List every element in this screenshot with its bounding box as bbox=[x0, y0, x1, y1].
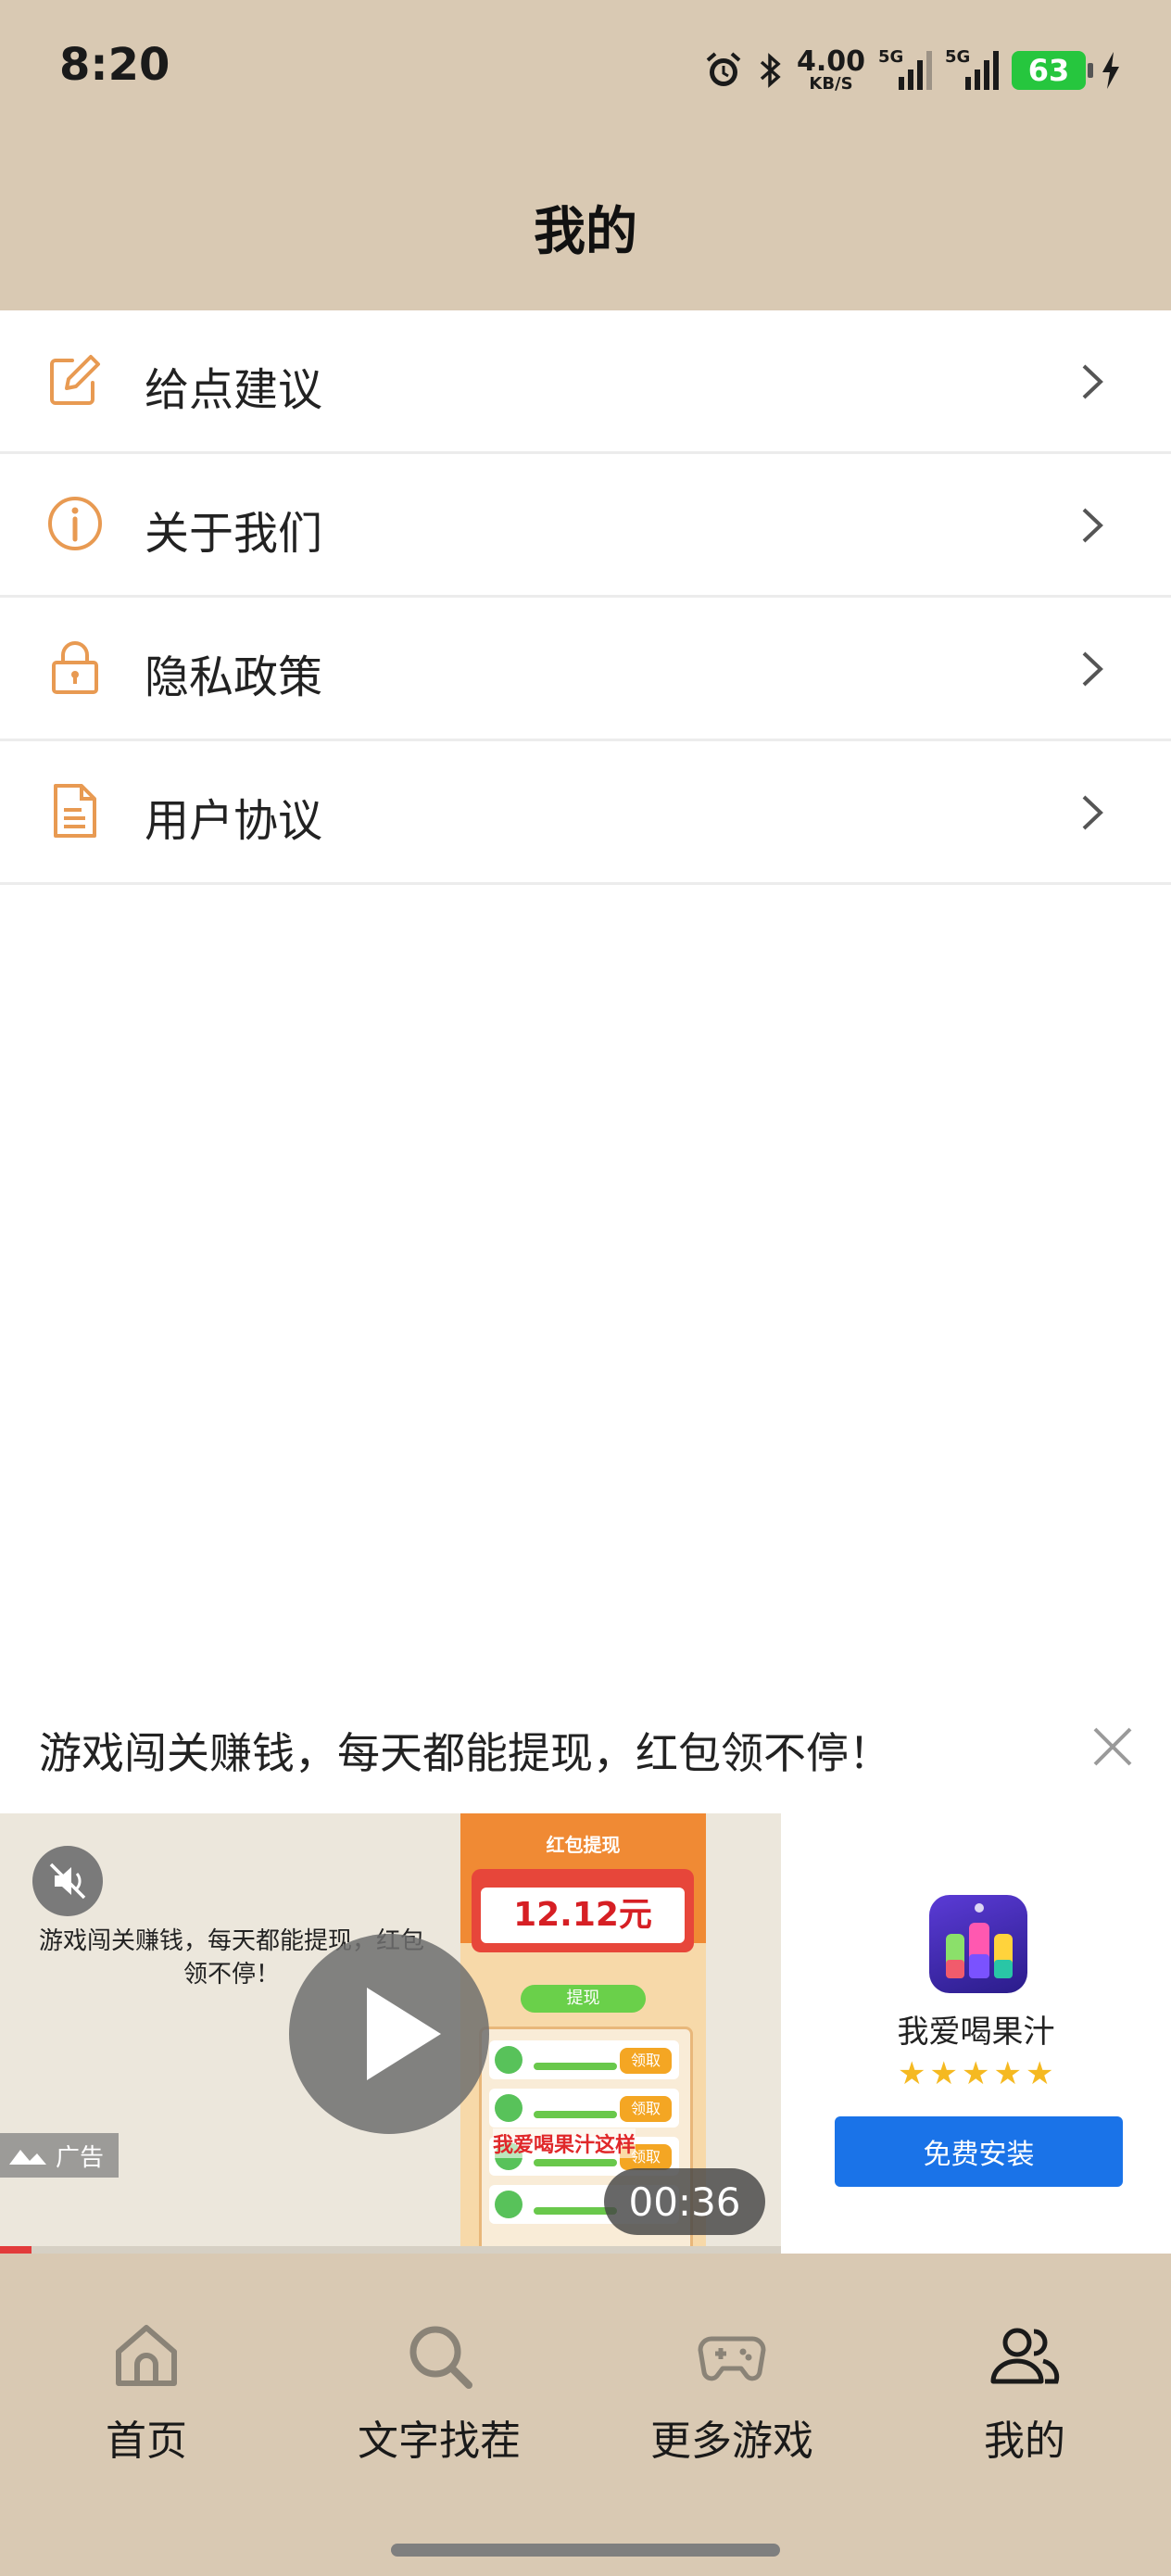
nav-item-home[interactable]: 首页 bbox=[0, 2318, 293, 2465]
lock-icon bbox=[52, 641, 98, 694]
signal-label: 5G bbox=[878, 47, 904, 67]
battery-icon: 63 bbox=[1012, 51, 1093, 90]
app-icon bbox=[929, 1895, 1027, 1993]
install-button[interactable]: 免费安装 bbox=[835, 2116, 1123, 2187]
status-icons: 4.00 KB/S 5G 5G 63 bbox=[702, 44, 1123, 96]
list-item: 领取 bbox=[489, 2089, 679, 2128]
star-icon: ★ bbox=[1025, 2055, 1054, 2092]
mute-button[interactable] bbox=[32, 1846, 103, 1916]
ad-headline: 游戏闯关赚钱，每天都能提现，红包领不停！ bbox=[39, 1728, 891, 1778]
ad-app-card[interactable]: 我爱喝果汁 ★ ★ ★ ★ ★ 免费安装 bbox=[781, 1813, 1171, 2254]
chevron-right-icon bbox=[1082, 795, 1103, 830]
chevron-right-icon bbox=[1082, 508, 1103, 543]
menu-item-feedback[interactable]: 给点建议 bbox=[0, 310, 1171, 454]
home-icon bbox=[116, 2325, 177, 2386]
phone-title: 红包提现 bbox=[546, 1834, 621, 1856]
net-speed: 4.00 KB/S bbox=[797, 48, 865, 93]
nav-label: 更多游戏 bbox=[650, 2418, 813, 2465]
star-icon: ★ bbox=[929, 2055, 958, 2092]
phone-withdraw-button: 提现 bbox=[521, 1985, 646, 2013]
home-indicator[interactable] bbox=[391, 2544, 780, 2557]
top-header: 8:20 4.00 KB/S 5G 5G 63 我的 bbox=[0, 0, 1171, 310]
video-progress[interactable] bbox=[0, 2246, 781, 2254]
list-item: 领取 bbox=[489, 2040, 679, 2079]
app-name: 我爱喝果汁 bbox=[897, 2014, 1055, 2051]
ad-label-badge: 广告 bbox=[0, 2133, 119, 2178]
charging-icon bbox=[1102, 52, 1119, 89]
info-icon bbox=[48, 497, 102, 550]
search-icon bbox=[409, 2326, 472, 2389]
ad-logo-icon bbox=[9, 2150, 46, 2165]
mute-icon bbox=[49, 1863, 86, 1900]
video-progress-fill bbox=[0, 2246, 31, 2254]
signal-icon: 5G bbox=[945, 47, 999, 94]
menu-item-label: 隐私政策 bbox=[145, 651, 323, 703]
status-time: 8:20 bbox=[59, 39, 170, 91]
phone-amount: 12.12元 bbox=[481, 1888, 685, 1943]
ad-banner[interactable]: 游戏闯关赚钱，每天都能提现，红包领不停！ 红包提现 12.12元 提现 领取 领… bbox=[0, 1696, 1171, 2254]
settings-menu: 给点建议 关于我们 隐私政策 用户协议 bbox=[0, 310, 1171, 885]
menu-item-label: 关于我们 bbox=[145, 508, 323, 560]
menu-item-about[interactable]: 关于我们 bbox=[0, 454, 1171, 598]
users-icon bbox=[990, 2328, 1060, 2384]
net-speed-value: 4.00 bbox=[796, 45, 865, 78]
play-button[interactable] bbox=[289, 1934, 489, 2134]
menu-item-label: 给点建议 bbox=[145, 364, 323, 416]
nav-item-mine[interactable]: 我的 bbox=[878, 2318, 1171, 2465]
signal-label: 5G bbox=[945, 47, 971, 67]
alarm-icon bbox=[706, 52, 741, 86]
document-icon bbox=[54, 784, 96, 838]
nav-label: 首页 bbox=[106, 2418, 187, 2465]
close-icon[interactable] bbox=[1089, 1724, 1136, 1770]
video-duration: 00:36 bbox=[604, 2168, 765, 2235]
gamepad-icon bbox=[698, 2336, 766, 2381]
phone-claim: 领取 bbox=[620, 2048, 672, 2074]
phone-watermark: 我爱喝果汁这样 bbox=[493, 2128, 636, 2158]
chevron-right-icon bbox=[1082, 651, 1103, 687]
nav-label: 我的 bbox=[984, 2418, 1065, 2465]
net-speed-unit: KB/S bbox=[809, 74, 853, 94]
nav-label: 文字找茬 bbox=[358, 2418, 521, 2465]
page-title: 我的 bbox=[534, 202, 637, 262]
chevron-right-icon bbox=[1082, 364, 1103, 399]
star-icon: ★ bbox=[961, 2055, 990, 2092]
nav-item-find-difference[interactable]: 文字找茬 bbox=[293, 2318, 586, 2465]
menu-item-label: 用户协议 bbox=[145, 795, 323, 847]
nav-item-more-games[interactable]: 更多游戏 bbox=[586, 2318, 878, 2465]
bottom-nav: 首页 文字找茬 更多游戏 我的 bbox=[0, 2254, 1171, 2576]
edit-icon bbox=[50, 355, 100, 405]
ad-label: 广告 bbox=[56, 2143, 105, 2172]
bluetooth-icon bbox=[760, 53, 781, 88]
phone-claim: 领取 bbox=[620, 2096, 672, 2122]
star-icon: ★ bbox=[898, 2055, 926, 2092]
signal-icon: 5G bbox=[878, 47, 932, 94]
app-rating: ★ ★ ★ ★ ★ bbox=[898, 2058, 1053, 2090]
menu-item-agreement[interactable]: 用户协议 bbox=[0, 741, 1171, 885]
ad-video[interactable]: 红包提现 12.12元 提现 领取 领取 领取 我爱喝果汁这样 游戏闯关赚钱，每… bbox=[0, 1813, 781, 2254]
star-icon: ★ bbox=[993, 2055, 1022, 2092]
menu-item-privacy[interactable]: 隐私政策 bbox=[0, 598, 1171, 741]
